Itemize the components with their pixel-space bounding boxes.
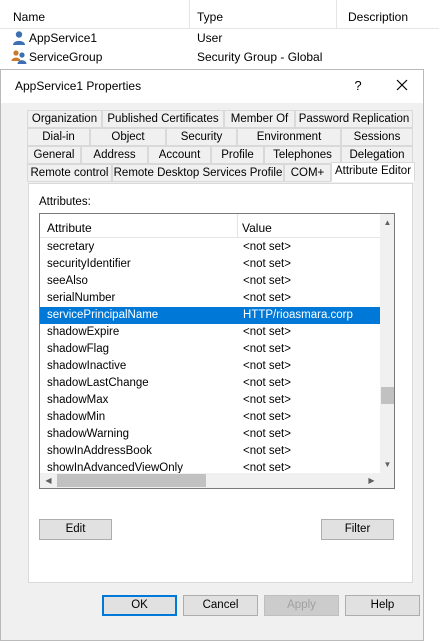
user-icon (11, 30, 27, 46)
attribute-row[interactable]: servicePrincipalName HTTP/rioasmara.corp (40, 307, 380, 324)
dialog-title: AppService1 Properties (15, 79, 142, 93)
edit-button[interactable]: Edit (39, 519, 112, 540)
tab-com-plus[interactable]: COM+ (284, 164, 331, 182)
attribute-value: <not set> (243, 343, 291, 355)
attribute-name: serialNumber (47, 292, 116, 304)
filter-button[interactable]: Filter (321, 519, 394, 540)
column-divider[interactable] (237, 214, 238, 238)
attributes-rows: secretary <not set> securityIdentifier <not… (40, 239, 380, 477)
help-button[interactable]: Help (345, 595, 420, 616)
group-icon (11, 49, 27, 65)
scroll-thumb[interactable] (381, 387, 394, 404)
attribute-name: shadowFlag (47, 343, 110, 355)
tab-published-certificates[interactable]: Published Certificates (102, 110, 224, 128)
tab-environment[interactable]: Environment (237, 128, 341, 146)
attributes-label: Attributes: (39, 196, 91, 208)
column-header-type[interactable]: Type (190, 0, 337, 29)
attribute-row[interactable]: shadowMin <not set> (40, 409, 380, 426)
attribute-value: <not set> (243, 428, 291, 440)
attribute-name: securityIdentifier (47, 258, 131, 270)
list-item[interactable]: AppService1 User (0, 29, 439, 48)
attribute-row[interactable]: shadowFlag <not set> (40, 341, 380, 358)
scroll-left-icon[interactable]: ◀ (40, 473, 57, 488)
cancel-button[interactable]: Cancel (183, 595, 258, 616)
attribute-value: <not set> (243, 360, 291, 372)
list-item-name: ServiceGroup (29, 50, 103, 64)
dialog-titlebar: AppService1 Properties ? (1, 70, 423, 103)
scrollbar-corner (380, 473, 394, 488)
attribute-name: shadowLastChange (47, 377, 149, 389)
attribute-value: <not set> (243, 258, 291, 270)
tab-security[interactable]: Security (166, 128, 237, 146)
attribute-row[interactable]: secretary <not set> (40, 239, 380, 256)
attribute-name: shadowMax (47, 394, 109, 406)
attribute-name: shadowInactive (47, 360, 127, 372)
attribute-row[interactable]: showInAddressBook <not set> (40, 443, 380, 460)
list-item-type: Security Group - Global (197, 50, 323, 64)
list-item-name: AppService1 (29, 31, 98, 45)
attribute-name: shadowExpire (47, 326, 120, 338)
attribute-value: <not set> (243, 275, 291, 287)
attribute-name: secretary (47, 241, 95, 253)
attribute-editor-page: Attributes: Attribute Value secretary <no… (28, 183, 413, 583)
attribute-row[interactable]: seeAlso <not set> (40, 273, 380, 290)
attributes-list-header: Attribute Value (40, 214, 380, 238)
scroll-up-icon[interactable]: ▲ (380, 214, 394, 231)
tab-password-replication[interactable]: Password Replication (295, 110, 413, 128)
attribute-value: <not set> (243, 377, 291, 389)
ok-button[interactable]: OK (102, 595, 177, 616)
attribute-value: <not set> (243, 292, 291, 304)
attribute-row[interactable]: securityIdentifier <not set> (40, 256, 380, 273)
close-icon[interactable] (391, 76, 413, 96)
tab-profile[interactable]: Profile (211, 146, 264, 164)
vertical-scrollbar[interactable]: ▲ ▼ (380, 214, 394, 473)
attribute-row[interactable]: serialNumber <not set> (40, 290, 380, 307)
attribute-value: <not set> (243, 326, 291, 338)
attributes-list[interactable]: Attribute Value secretary <not set> securi… (39, 213, 395, 489)
attribute-name: showInAddressBook (47, 445, 152, 457)
attribute-value: <not set> (243, 411, 291, 423)
properties-dialog: AppService1 Properties ? Organization Pu… (0, 69, 424, 641)
tab-organization[interactable]: Organization (27, 110, 102, 128)
attribute-row[interactable]: shadowLastChange <not set> (40, 375, 380, 392)
attribute-value: <not set> (243, 445, 291, 457)
attribute-value: <not set> (243, 394, 291, 406)
tab-address[interactable]: Address (81, 146, 148, 164)
tab-object[interactable]: Object (90, 128, 166, 146)
attribute-name: seeAlso (47, 275, 88, 287)
scroll-thumb[interactable] (57, 474, 206, 487)
apply-button[interactable]: Apply (264, 595, 339, 616)
tab-sessions[interactable]: Sessions (341, 128, 413, 146)
scroll-right-icon[interactable]: ▶ (363, 473, 380, 488)
tab-member-of[interactable]: Member Of (224, 110, 295, 128)
column-header-description[interactable]: Description (337, 0, 439, 29)
attribute-value: <not set> (243, 241, 291, 253)
tab-attribute-editor[interactable]: Attribute Editor (331, 162, 415, 182)
column-header-value[interactable]: Value (242, 221, 272, 235)
attribute-row[interactable]: shadowMax <not set> (40, 392, 380, 409)
attribute-name: shadowWarning (47, 428, 130, 440)
attribute-row[interactable]: shadowInactive <not set> (40, 358, 380, 375)
attribute-name: servicePrincipalName (47, 309, 159, 321)
tab-remote-desktop-services-profile[interactable]: Remote Desktop Services Profile (112, 164, 284, 182)
help-question-icon[interactable]: ? (347, 76, 369, 96)
horizontal-scrollbar[interactable]: ◀ ▶ (40, 473, 380, 488)
tab-telephones[interactable]: Telephones (264, 146, 341, 164)
list-header: Name Type Description (0, 0, 439, 29)
column-header-name[interactable]: Name (0, 0, 190, 29)
attribute-row[interactable]: shadowExpire <not set> (40, 324, 380, 341)
attribute-name: shadowMin (47, 411, 106, 423)
attribute-row[interactable]: shadowWarning <not set> (40, 426, 380, 443)
tab-account[interactable]: Account (148, 146, 211, 164)
tab-remote-control[interactable]: Remote control (27, 164, 112, 182)
list-item[interactable]: ServiceGroup Security Group - Global (0, 48, 439, 67)
tab-general[interactable]: General (27, 146, 81, 164)
column-header-attribute[interactable]: Attribute (47, 221, 92, 235)
tab-dial-in[interactable]: Dial-in (27, 128, 90, 146)
scroll-down-icon[interactable]: ▼ (380, 456, 394, 473)
attribute-value: HTTP/rioasmara.corp (243, 309, 353, 321)
list-item-type: User (197, 31, 223, 45)
